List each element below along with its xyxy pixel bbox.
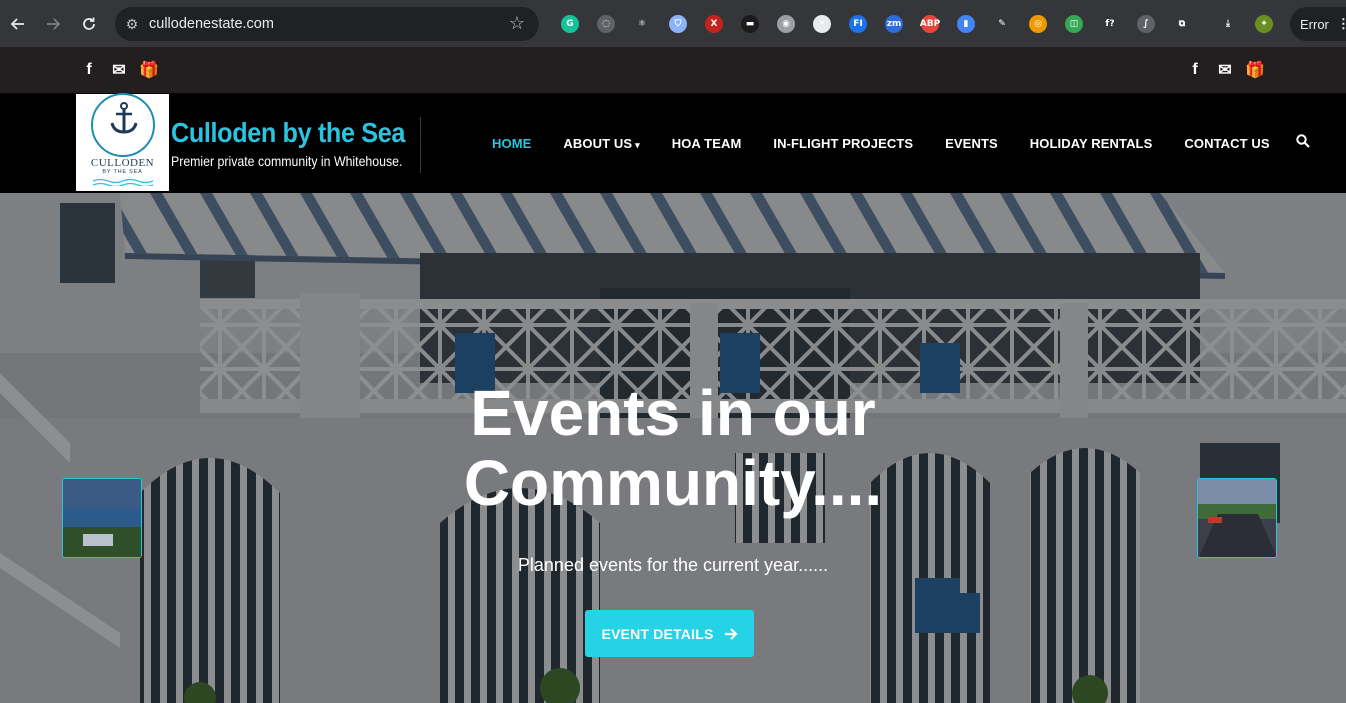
hero-subtitle: Planned events for the current year.....… (517, 555, 829, 575)
nav-item-hoa-team[interactable]: HOA TEAM (656, 136, 758, 151)
hero-slider: Events in our Community.... Planned even… (0, 193, 1346, 703)
brand-title[interactable]: Culloden by the Sea (171, 117, 405, 149)
react-devtools-icon-glyph: ⚛ (633, 15, 651, 33)
social-links-left: f ✉ 🎁 (80, 61, 159, 79)
road-thumbnail-image (1198, 479, 1276, 557)
puzzle-icon-glyph: ⧉ (1173, 15, 1191, 33)
sync-icon[interactable]: ◌ (588, 10, 624, 38)
sync-icon-glyph: ◌ (597, 15, 615, 33)
profile-error-button[interactable]: Error ⋮ (1290, 7, 1346, 41)
error-label: Error (1300, 16, 1329, 32)
email-icon[interactable]: ✉ (110, 61, 128, 79)
profile-avatar-icon[interactable]: ✦ (1246, 10, 1282, 38)
next-slide-thumbnail[interactable] (1197, 478, 1277, 558)
brand-divider (420, 117, 421, 173)
puzzle-icon[interactable]: ⧉ (1164, 10, 1200, 38)
dark-extension-icon-glyph: ▬ (741, 15, 759, 33)
email-icon[interactable]: ✉ (1216, 61, 1234, 79)
docs-icon[interactable]: ▮ (948, 10, 984, 38)
ghost-icon-glyph: • (813, 15, 831, 33)
hero-title-line-2: Community.... (463, 447, 883, 519)
wappalyzer-icon-glyph: ◫ (1065, 15, 1083, 33)
event-details-button[interactable]: EVENT DETAILS (585, 610, 754, 657)
dark-extension-icon[interactable]: ▬ (732, 10, 768, 38)
camera-icon[interactable]: ◉ (768, 10, 804, 38)
address-bar[interactable]: ⚙ cullodenestate.com ☆ (115, 7, 539, 41)
grammarly-icon[interactable]: G (552, 10, 588, 38)
shield-icon-glyph: ⛉ (669, 15, 687, 33)
download-icon[interactable]: ⤓ (1210, 10, 1246, 38)
anchor-logo-icon (90, 93, 155, 157)
waves-icon (92, 178, 153, 186)
nav-item-contact-us[interactable]: CONTACT US (1168, 136, 1285, 151)
nav-item-events[interactable]: EVENTS (929, 136, 1014, 151)
zoom-extension-icon-glyph: zm (885, 15, 903, 33)
social-links-right: f ✉ 🎁 (1186, 61, 1265, 79)
react-devtools-icon[interactable]: ⚛ (624, 10, 660, 38)
fi-extension-icon-glyph: FI (849, 15, 867, 33)
profile-avatar-icon-glyph: ✦ (1255, 15, 1273, 33)
x-extension-icon[interactable]: X (696, 10, 732, 38)
gift-icon[interactable]: 🎁 (1245, 61, 1265, 79)
reload-icon[interactable] (71, 6, 107, 42)
orange-extension-icon[interactable]: ◎ (1020, 10, 1056, 38)
forward-icon[interactable] (35, 6, 71, 42)
nav-item-label: EVENTS (945, 135, 998, 151)
logo-subtext: BY THE SEA (102, 169, 143, 175)
hero-title-line-1: Events in our (470, 377, 876, 449)
main-navigation: HOME ABOUT US ▾ HOA TEAM IN-FLIGHT PROJECTS E… (476, 133, 1320, 153)
brand-tagline: Premier private community in Whitehouse. (171, 153, 403, 169)
wappalyzer-icon[interactable]: ◫ (1056, 10, 1092, 38)
font-extension-icon-glyph: f? (1101, 15, 1119, 33)
shield-icon[interactable]: ⛉ (660, 10, 696, 38)
nav-item-holiday-rentals[interactable]: HOLIDAY RENTALS (1014, 136, 1169, 151)
download-icon-glyph: ⤓ (1219, 15, 1237, 33)
ghost-icon[interactable]: • (804, 10, 840, 38)
font-extension-icon[interactable]: f? (1092, 10, 1128, 38)
nav-item-home[interactable]: HOME (476, 136, 547, 151)
menu-kebab-icon[interactable]: ⋮ (1337, 16, 1346, 32)
zoom-extension-icon[interactable]: zm (876, 10, 912, 38)
back-icon[interactable] (0, 6, 36, 42)
chevron-down-icon: ▾ (635, 139, 640, 150)
gift-icon[interactable]: 🎁 (139, 61, 159, 79)
site-logo[interactable]: CULLODEN BY THE SEA (76, 93, 169, 191)
eyedropper-icon[interactable]: ✎ (984, 10, 1020, 38)
nav-item-label: HOLIDAY RENTALS (1029, 135, 1153, 151)
browser-toolbar: ⚙ cullodenestate.com ☆ G ◌ ⚛ ⛉ X ▬ ◉ • FI zm ABP ▮ ✎… (0, 0, 1346, 47)
nav-item-label: HOA TEAM (671, 135, 742, 151)
nav-item-label: IN-FLIGHT PROJECTS (773, 135, 914, 151)
adblock-icon-glyph: ABP (920, 15, 940, 33)
extensions-bar: G ◌ ⚛ ⛉ X ▬ ◉ • FI zm ABP ▮ ✎ ◎ ◫ f? ∫ ⧉ ⤓ ✦ (552, 10, 1282, 38)
script-extension-icon-glyph: ∫ (1137, 15, 1155, 33)
nav-item-label: HOME (492, 135, 532, 151)
nav-item-label: CONTACT US (1184, 135, 1270, 151)
nav-item-about-us[interactable]: ABOUT US ▾ (547, 136, 655, 151)
arrow-right-icon (724, 627, 738, 640)
script-extension-icon[interactable]: ∫ (1128, 10, 1164, 38)
grammarly-icon-glyph: G (561, 15, 579, 33)
top-social-bar: f ✉ 🎁 f ✉ 🎁 (0, 47, 1346, 93)
bookmark-star-icon[interactable]: ☆ (509, 13, 525, 34)
previous-slide-thumbnail[interactable] (62, 478, 142, 558)
facebook-icon[interactable]: f (1186, 61, 1204, 79)
nav-item-in-flight-projects[interactable]: IN-FLIGHT PROJECTS (757, 136, 929, 151)
hero-title: Events in our Community.... (373, 378, 973, 518)
search-icon[interactable] (1286, 134, 1320, 152)
orange-extension-icon-glyph: ◎ (1029, 15, 1047, 33)
fi-extension-icon[interactable]: FI (840, 10, 876, 38)
x-extension-icon-glyph: X (705, 15, 723, 33)
facebook-icon[interactable]: f (80, 61, 98, 79)
camera-icon-glyph: ◉ (777, 15, 795, 33)
event-details-label: EVENT DETAILS (601, 625, 714, 642)
ocean-view-thumbnail-image (63, 479, 141, 557)
url-text[interactable]: cullodenestate.com (149, 16, 274, 32)
docs-icon-glyph: ▮ (957, 15, 975, 33)
site-info-icon[interactable]: ⚙ (115, 16, 149, 33)
logo-wordmark: CULLODEN (88, 157, 157, 169)
nav-item-label: ABOUT US (563, 135, 633, 151)
eyedropper-icon-glyph: ✎ (993, 15, 1011, 33)
adblock-icon[interactable]: ABP (912, 10, 948, 38)
site-header: CULLODEN BY THE SEA Culloden by the Sea … (0, 93, 1346, 193)
